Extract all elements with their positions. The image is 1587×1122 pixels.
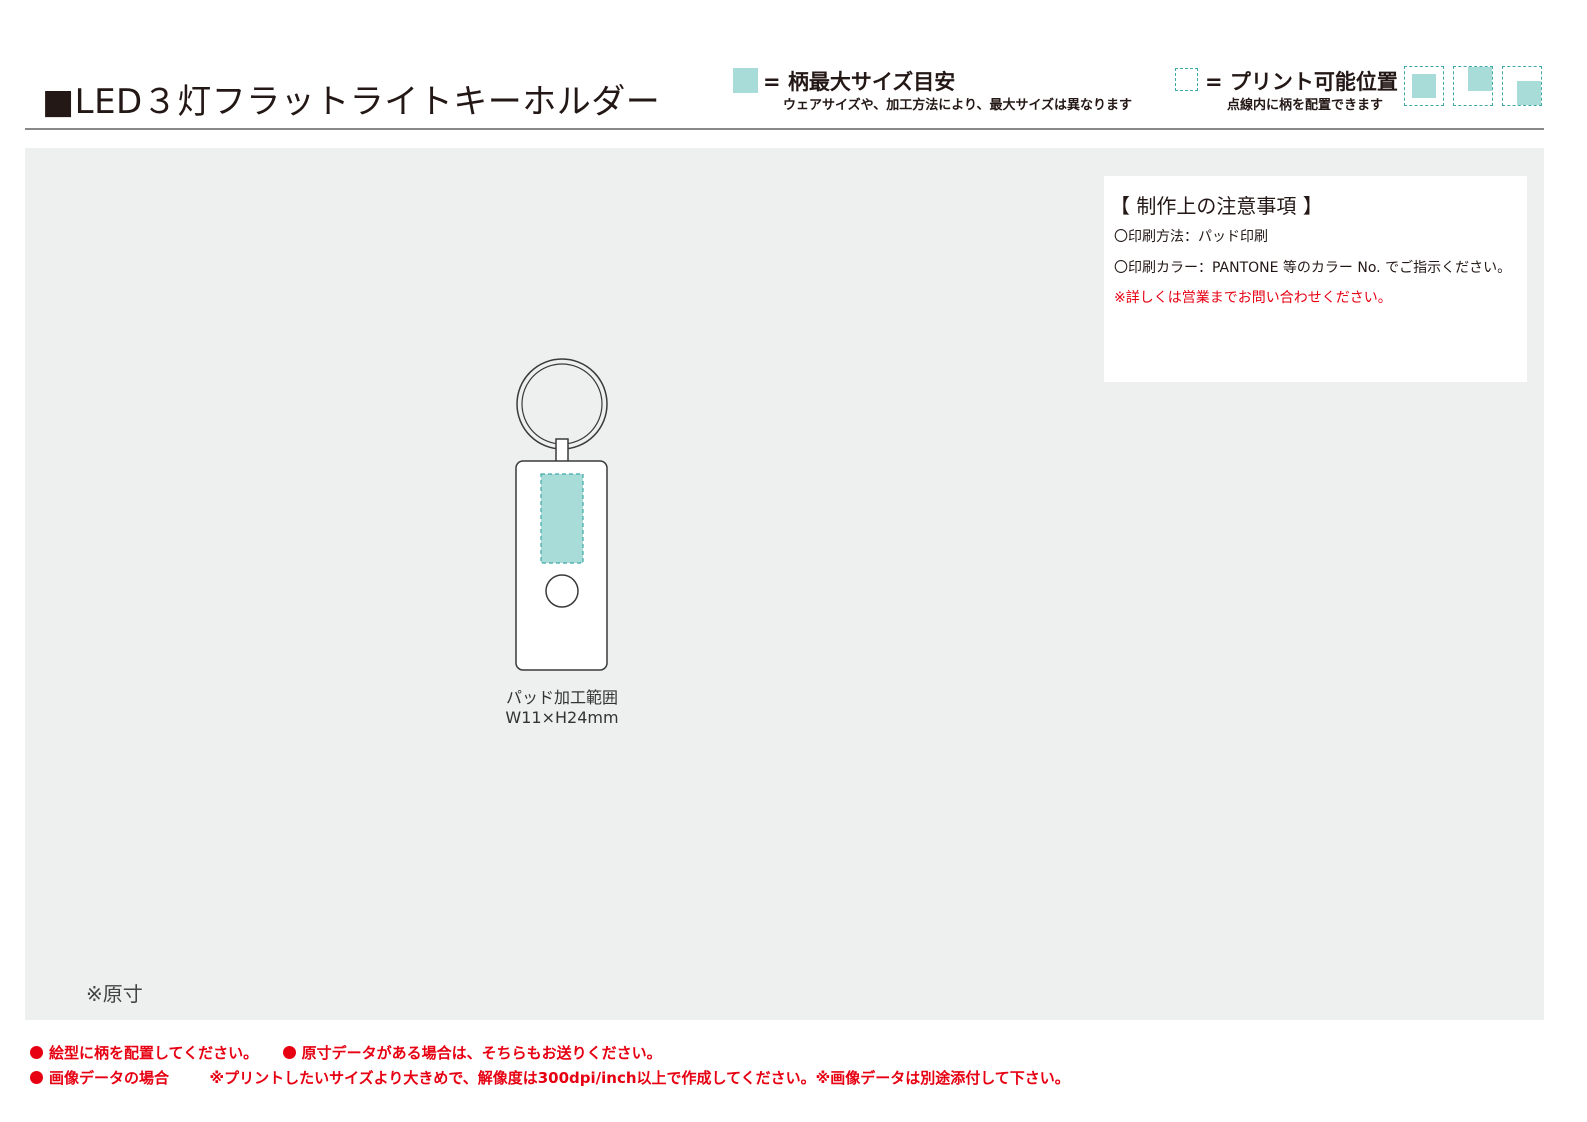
scale-note: ※原寸 [86,982,143,1006]
key-ring-outer [516,358,608,450]
led-button [545,574,579,608]
footer-image-data-note: ※プリントしたいサイズより大きめで、解像度は300dpi/inch以上で作成して… [209,1069,1070,1087]
pad-area-caption: パッド加工範囲 W11×H24mm [462,688,662,728]
pad-area-label: パッド加工範囲 [505,688,618,707]
footer-image-data-label: 画像データの場合 [49,1069,170,1087]
footer-instruction-1: 絵型に柄を配置してください。 [49,1044,259,1062]
footer-line-2: 画像データの場合 ※プリントしたいサイズより大きめで、解像度は300dpi/in… [30,1067,1070,1088]
footer-line-1: 絵型に柄を配置してください。 原寸データがある場合は、そちらもお送りください。 [30,1042,662,1063]
bullet-icon [282,1046,296,1059]
keychain-drawing [515,358,608,671]
bullet-icon [30,1071,43,1084]
print-area [540,473,584,564]
key-ring-inner [521,363,603,445]
bullet-icon [30,1046,43,1059]
pad-area-size: W11×H24mm [505,708,619,727]
ring-connector [555,438,569,464]
footer-instruction-2: 原寸データがある場合は、そちらもお送りください。 [301,1044,662,1062]
